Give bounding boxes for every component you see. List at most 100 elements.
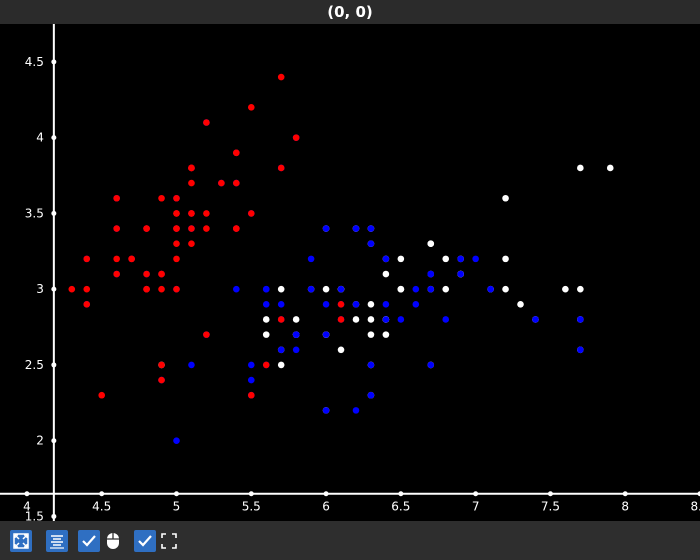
data-point <box>83 255 91 263</box>
data-point <box>337 346 345 354</box>
data-point <box>203 331 210 338</box>
data-point <box>352 225 360 232</box>
x-tick-label: 8 <box>621 500 629 514</box>
data-point <box>382 301 390 308</box>
auto-scale-icon[interactable] <box>10 529 32 552</box>
x-tick-label: 7 <box>472 500 480 514</box>
data-point <box>412 285 420 293</box>
legend-list-icon[interactable] <box>46 529 68 552</box>
data-point <box>457 255 464 263</box>
data-point <box>442 316 450 323</box>
data-point <box>322 225 330 232</box>
data-point <box>352 407 360 414</box>
data-point <box>382 331 390 338</box>
data-point <box>292 346 300 354</box>
data-point <box>113 270 120 278</box>
data-point <box>352 316 360 323</box>
plot-area[interactable]: 44.555.566.577.588.51.522.533.544.5 <box>0 24 700 521</box>
x-tick-label: 4.5 <box>92 500 111 514</box>
data-point <box>532 316 539 323</box>
data-point <box>113 255 120 263</box>
data-point <box>292 134 300 141</box>
data-point <box>233 225 240 232</box>
y-tick-mark <box>51 210 57 216</box>
fullscreen-toggle[interactable] <box>134 529 180 552</box>
data-point <box>188 179 195 187</box>
data-point <box>233 149 240 157</box>
scatter-chart[interactable]: 44.555.566.577.588.51.522.533.544.5 <box>0 24 700 521</box>
data-point <box>382 316 390 323</box>
data-point <box>367 361 375 369</box>
data-point <box>262 301 270 308</box>
x-tick-label: 8.5 <box>690 500 700 514</box>
x-tick-mark <box>398 491 404 497</box>
data-point <box>562 285 569 293</box>
data-point <box>143 285 150 293</box>
mouse-mode-toggle[interactable] <box>78 529 124 552</box>
data-point <box>173 255 180 263</box>
y-tick-label: 4.5 <box>25 55 44 69</box>
data-point <box>412 301 420 308</box>
data-point <box>502 255 509 263</box>
data-point <box>247 104 255 111</box>
data-point <box>577 285 584 293</box>
data-point <box>322 331 330 338</box>
data-point <box>262 316 270 323</box>
data-point <box>322 301 330 308</box>
window-title-bar: (0, 0) <box>0 0 700 24</box>
data-point <box>98 391 106 399</box>
data-point <box>83 285 91 293</box>
x-tick-mark <box>473 491 479 497</box>
data-point <box>173 225 180 232</box>
data-point <box>158 270 165 278</box>
data-point <box>188 240 195 248</box>
data-point <box>262 285 270 293</box>
y-tick-label: 2.5 <box>25 358 44 372</box>
data-point <box>292 316 300 323</box>
data-point <box>427 285 435 293</box>
data-point <box>68 285 76 293</box>
checkbox-checked-icon[interactable] <box>134 529 156 552</box>
x-tick-label: 7.5 <box>541 500 560 514</box>
x-tick-mark <box>248 491 254 497</box>
data-point <box>262 361 270 369</box>
y-tick-label: 3 <box>36 282 44 296</box>
data-point <box>337 301 345 308</box>
data-point <box>113 194 120 202</box>
data-point <box>277 285 285 293</box>
data-point <box>188 164 195 172</box>
mouse-icon <box>102 530 124 552</box>
data-point <box>188 210 195 217</box>
data-point <box>277 73 285 81</box>
data-point <box>577 164 584 172</box>
x-tick-mark <box>99 491 105 497</box>
data-point <box>143 270 150 278</box>
x-tick-mark <box>24 491 30 497</box>
data-point <box>277 346 285 354</box>
checkbox-checked-icon[interactable] <box>78 529 100 552</box>
data-point <box>352 301 360 308</box>
data-point <box>262 331 270 338</box>
data-point <box>502 194 509 202</box>
y-tick-mark <box>51 438 57 444</box>
data-point <box>367 301 375 308</box>
data-point <box>382 255 390 263</box>
data-point <box>247 361 255 369</box>
data-point <box>247 210 255 217</box>
data-point <box>113 225 120 232</box>
data-point <box>577 316 584 323</box>
x-tick-label: 6 <box>322 500 330 514</box>
data-point <box>128 255 135 263</box>
data-point <box>292 331 300 338</box>
data-point <box>322 285 330 293</box>
data-point <box>367 331 375 338</box>
data-point <box>188 225 195 232</box>
data-point <box>442 255 450 263</box>
x-tick-mark <box>173 491 179 497</box>
data-point <box>427 361 435 369</box>
data-point <box>158 194 165 202</box>
data-point <box>173 240 180 248</box>
data-point <box>367 391 375 399</box>
x-tick-mark <box>622 491 628 497</box>
data-point <box>457 270 464 278</box>
